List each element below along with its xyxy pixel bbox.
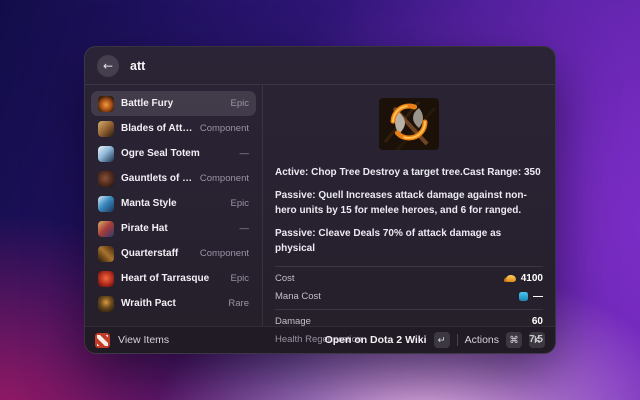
- item-rarity: Epic: [231, 198, 249, 209]
- open-wiki-action[interactable]: Open on Dota 2 Wiki: [325, 334, 427, 346]
- manta-style-icon: [98, 196, 114, 212]
- stats-primary-group: Cost 4100 Mana Cost —: [275, 266, 543, 310]
- mana-icon: [519, 292, 528, 301]
- item-name: Quarterstaff: [121, 248, 193, 259]
- item-name: Ogre Seal Totem: [121, 148, 233, 159]
- wraith-pact-icon: [98, 296, 114, 312]
- blades-of-attack-icon: [98, 121, 114, 137]
- search-bar: ←: [85, 47, 555, 85]
- footer-divider: [457, 334, 458, 346]
- k-key-icon[interactable]: K: [529, 332, 545, 348]
- items-list: Battle Fury Epic Blades of Attack Compon…: [85, 85, 263, 326]
- detail-passive-cleave-text: Passive: Cleave Deals 70% of attack dama…: [275, 226, 543, 257]
- stat-value: 4100: [521, 273, 543, 284]
- list-item[interactable]: Battle Fury Epic: [91, 91, 256, 116]
- item-name: Manta Style: [121, 198, 224, 209]
- detail-passive-quell-text: Passive: Quell Increases attack damage a…: [275, 188, 543, 219]
- stat-row: Mana Cost —: [275, 288, 543, 306]
- back-button[interactable]: ←: [97, 55, 119, 77]
- list-item[interactable]: Blades of Attack Component: [91, 116, 256, 141]
- list-item[interactable]: Manta Style Epic: [91, 191, 256, 216]
- footer-bar: View Items Open on Dota 2 Wiki ↵ Actions…: [85, 326, 555, 353]
- battle-fury-image-icon: [379, 98, 439, 150]
- pirate-hat-icon: [98, 221, 114, 237]
- list-item[interactable]: Pirate Hat —: [91, 216, 256, 241]
- gold-icon: [506, 275, 516, 282]
- item-rarity: Epic: [231, 273, 249, 284]
- dota2-logo-icon: [95, 333, 110, 348]
- item-rarity: —: [240, 223, 250, 234]
- ogre-seal-totem-icon: [98, 146, 114, 162]
- list-item[interactable]: Heart of Tarrasque Epic: [91, 266, 256, 291]
- search-input[interactable]: [130, 59, 543, 73]
- stat-label: Mana Cost: [275, 291, 321, 302]
- item-name: Blades of Attack: [121, 123, 193, 134]
- main-area: Battle Fury Epic Blades of Attack Compon…: [85, 85, 555, 326]
- item-name: Pirate Hat: [121, 223, 233, 234]
- item-name: Battle Fury: [121, 98, 224, 109]
- enter-key-icon[interactable]: ↵: [434, 332, 450, 348]
- battle-fury-icon: [98, 96, 114, 112]
- stat-value: —: [533, 291, 543, 302]
- gauntlets-of-strength-icon: [98, 171, 114, 187]
- list-item[interactable]: Ogre Seal Totem —: [91, 141, 256, 166]
- back-arrow-icon: ←: [103, 59, 113, 73]
- item-name: Wraith Pact: [121, 298, 221, 309]
- item-rarity: Epic: [231, 98, 249, 109]
- item-name: Heart of Tarrasque: [121, 273, 224, 284]
- item-rarity: Rare: [228, 298, 249, 309]
- list-item[interactable]: Wraith Pact Rare: [91, 291, 256, 316]
- list-item[interactable]: Quarterstaff Component: [91, 241, 256, 266]
- item-rarity: Component: [200, 123, 249, 134]
- stat-row: Cost 4100: [275, 270, 543, 288]
- item-rarity: Component: [200, 173, 249, 184]
- quarterstaff-icon: [98, 246, 114, 262]
- command-key-icon[interactable]: ⌘: [506, 332, 522, 348]
- item-rarity: —: [240, 148, 250, 159]
- list-item[interactable]: Gauntlets of Strength Component: [91, 166, 256, 191]
- heart-of-tarrasque-icon: [98, 271, 114, 287]
- stat-label: Cost: [275, 273, 295, 284]
- hero-image-wrap: [275, 98, 543, 155]
- item-rarity: Component: [200, 248, 249, 259]
- detail-active-text: Active: Chop Tree Destroy a target tree.…: [275, 165, 543, 181]
- detail-panel: Active: Chop Tree Destroy a target tree.…: [263, 85, 555, 326]
- launcher-window: ← Battle Fury Epic Blades of Attack Comp…: [84, 46, 556, 354]
- actions-menu-button[interactable]: Actions: [465, 334, 499, 346]
- view-items-label: View Items: [118, 334, 169, 346]
- footer-actions: Open on Dota 2 Wiki ↵ Actions ⌘ K: [325, 332, 545, 348]
- item-name: Gauntlets of Strength: [121, 173, 193, 184]
